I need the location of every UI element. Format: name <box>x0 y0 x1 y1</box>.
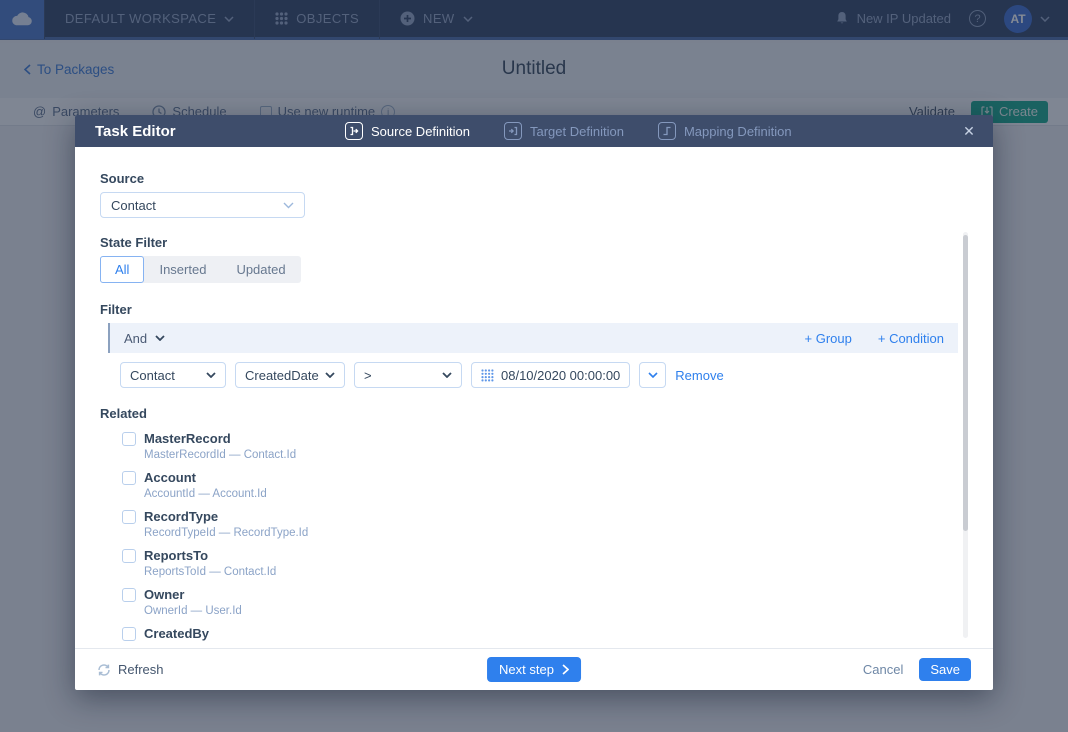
source-select-value: Contact <box>111 198 156 213</box>
related-checkbox[interactable] <box>122 549 136 563</box>
related-item-recordtype: RecordType RecordTypeId — RecordType.Id <box>122 509 958 539</box>
remove-condition-button[interactable]: Remove <box>675 368 723 383</box>
related-checkbox[interactable] <box>122 510 136 524</box>
refresh-label: Refresh <box>118 662 164 677</box>
refresh-icon <box>97 663 111 677</box>
related-name: ReportsTo <box>144 548 208 563</box>
condition-comparison-value: > <box>364 368 372 383</box>
related-item-owner: Owner OwnerId — User.Id <box>122 587 958 617</box>
chevron-down-icon <box>155 335 165 341</box>
condition-value-input[interactable]: 08/10/2020 00:00:00 <box>471 362 630 388</box>
related-relation: MasterRecordId — Contact.Id <box>144 449 958 461</box>
next-step-button[interactable]: Next step <box>487 657 581 682</box>
condition-field-value: CreatedDate <box>245 368 319 383</box>
chevron-down-icon <box>325 372 335 378</box>
modal-footer: Refresh Next step Cancel Save <box>75 648 993 690</box>
filter-group-bar: And + Group + Condition <box>108 323 958 353</box>
target-definition-icon <box>504 122 522 140</box>
modal-header: Task Editor Source Definition Target Def… <box>75 115 993 147</box>
tab-source-definition[interactable]: Source Definition <box>345 122 470 140</box>
related-name: Owner <box>144 587 184 602</box>
source-definition-icon <box>345 122 363 140</box>
filter-section: Filter And + Group + Condition <box>100 302 958 389</box>
related-checkbox[interactable] <box>122 471 136 485</box>
state-filter-label: State Filter <box>100 235 958 250</box>
value-type-dropdown[interactable] <box>639 362 666 388</box>
modal-title: Task Editor <box>95 123 176 140</box>
chevron-down-icon <box>442 372 452 378</box>
source-select[interactable]: Contact <box>100 192 305 218</box>
related-relation <box>144 644 958 646</box>
related-name: MasterRecord <box>144 431 231 446</box>
related-checkbox[interactable] <box>122 627 136 641</box>
related-relation: AccountId — Account.Id <box>144 488 958 500</box>
related-item-account: Account AccountId — Account.Id <box>122 470 958 500</box>
chevron-down-icon <box>206 372 216 378</box>
modal-scrollbar[interactable] <box>963 232 968 638</box>
related-list: MasterRecord MasterRecordId — Contact.Id… <box>122 431 958 646</box>
related-checkbox[interactable] <box>122 432 136 446</box>
state-filter-segmented: All Inserted Updated <box>100 256 301 283</box>
calendar-grid-icon <box>481 369 494 382</box>
related-item-reportsto: ReportsTo ReportsToId — Contact.Id <box>122 548 958 578</box>
state-filter-option-inserted[interactable]: Inserted <box>144 256 221 283</box>
cancel-button[interactable]: Cancel <box>863 662 903 677</box>
filter-label: Filter <box>100 302 958 317</box>
filter-condition-row: Contact CreatedDate > <box>120 361 958 389</box>
condition-object-select[interactable]: Contact <box>120 362 226 388</box>
tab-target-definition[interactable]: Target Definition <box>504 122 624 140</box>
modal-body: Source Contact State Filter All Inserted… <box>75 147 993 648</box>
related-item-createdby: CreatedBy <box>122 626 958 646</box>
add-group-button[interactable]: + Group <box>805 331 852 346</box>
state-filter-option-updated[interactable]: Updated <box>221 256 300 283</box>
wizard-tabs: Source Definition Target Definition Mapp… <box>345 115 792 147</box>
refresh-button[interactable]: Refresh <box>97 662 164 677</box>
related-relation: RecordTypeId — RecordType.Id <box>144 527 958 539</box>
chevron-right-icon <box>562 664 569 675</box>
related-relation: OwnerId — User.Id <box>144 605 958 617</box>
next-step-label: Next step <box>499 662 554 677</box>
state-filter-option-all[interactable]: All <box>100 256 144 283</box>
related-relation: ReportsToId — Contact.Id <box>144 566 958 578</box>
condition-comparison-select[interactable]: > <box>354 362 462 388</box>
related-name: CreatedBy <box>144 626 209 641</box>
task-editor-dialog: Task Editor Source Definition Target Def… <box>75 115 993 690</box>
condition-object-value: Contact <box>130 368 175 383</box>
mapping-definition-icon <box>658 122 676 140</box>
save-button[interactable]: Save <box>919 658 971 681</box>
chevron-down-icon <box>283 202 294 209</box>
condition-value-text: 08/10/2020 00:00:00 <box>501 368 620 383</box>
logical-operator-select[interactable]: And <box>124 331 165 346</box>
related-item-masterrecord: MasterRecord MasterRecordId — Contact.Id <box>122 431 958 461</box>
related-name: RecordType <box>144 509 218 524</box>
close-icon[interactable]: ✕ <box>959 121 979 141</box>
related-label: Related <box>100 406 958 421</box>
tab-label: Mapping Definition <box>684 124 792 139</box>
tab-label: Target Definition <box>530 124 624 139</box>
related-name: Account <box>144 470 196 485</box>
add-condition-button[interactable]: + Condition <box>878 331 944 346</box>
related-checkbox[interactable] <box>122 588 136 602</box>
scrollbar-thumb[interactable] <box>963 235 968 531</box>
source-label: Source <box>100 171 958 186</box>
operator-value: And <box>124 331 147 346</box>
tab-mapping-definition[interactable]: Mapping Definition <box>658 122 792 140</box>
tab-label: Source Definition <box>371 124 470 139</box>
close-glyph: ✕ <box>963 123 975 140</box>
app-window: DEFAULT WORKSPACE OBJECTS NEW <box>0 0 1068 732</box>
condition-field-select[interactable]: CreatedDate <box>235 362 345 388</box>
